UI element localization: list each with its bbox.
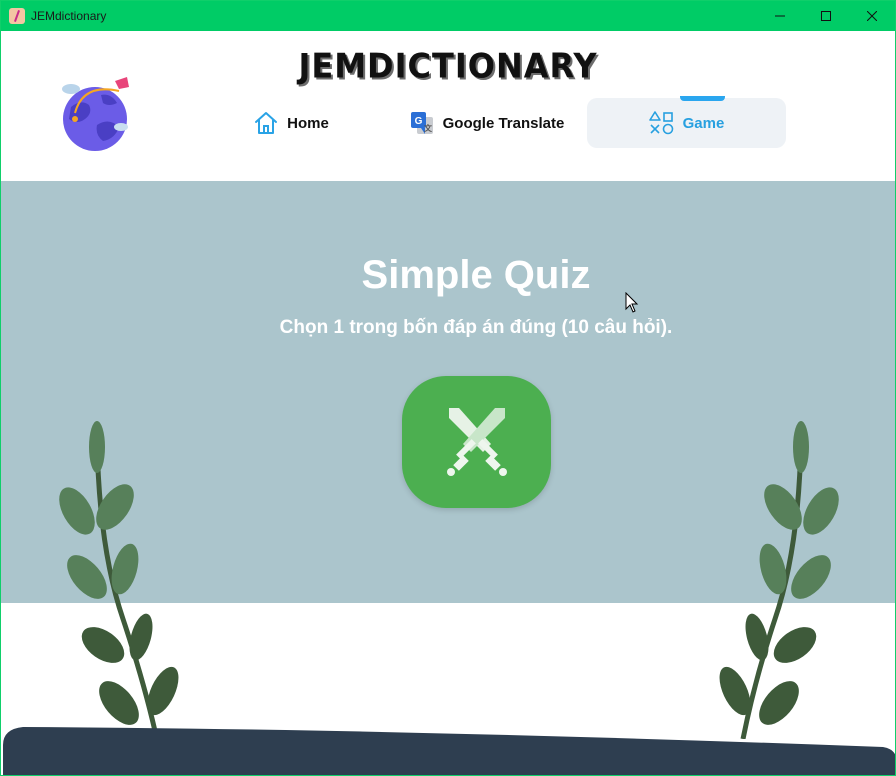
- mouse-cursor-icon: [625, 292, 639, 313]
- app-window: JEMdictionary JEMDICTIONARY Home G 文 Goo…: [0, 0, 896, 776]
- window-title: JEMdictionary: [31, 9, 107, 23]
- plant-right-decoration: [719, 421, 839, 739]
- home-icon: [253, 110, 279, 136]
- window-controls: [757, 1, 895, 31]
- quiz-subtitle: Chọn 1 trong bốn đáp án đúng (10 câu hỏi…: [279, 317, 673, 338]
- quiz-title: Simple Quiz: [361, 253, 591, 297]
- maximize-icon: [821, 11, 831, 21]
- svg-text:文: 文: [424, 123, 433, 133]
- svg-text:G: G: [414, 116, 422, 127]
- plant-left-decoration: [59, 421, 179, 732]
- nav-game-label: Game: [682, 114, 725, 132]
- close-button[interactable]: [849, 1, 895, 31]
- nav-google-translate-label: Google Translate: [442, 114, 565, 132]
- maximize-button[interactable]: [803, 1, 849, 31]
- ground-decoration: [3, 727, 895, 775]
- brand-title: JEMDICTIONARY: [298, 46, 598, 86]
- nav-google-translate[interactable]: G 文 Google Translate: [389, 98, 584, 148]
- header: JEMDICTIONARY Home G 文 Google Translate …: [1, 31, 895, 181]
- nav-game[interactable]: Game: [587, 96, 786, 148]
- nav-home[interactable]: Home: [206, 98, 376, 148]
- close-icon: [867, 11, 877, 21]
- minimize-button[interactable]: [757, 1, 803, 31]
- nav-home-label: Home: [287, 114, 329, 132]
- google-translate-icon: G 文: [409, 110, 435, 136]
- app-icon: [9, 8, 25, 24]
- active-tab-indicator: [680, 96, 725, 101]
- crossed-swords-icon: [446, 408, 507, 476]
- game-shapes-icon: [648, 110, 675, 136]
- title-bar: JEMdictionary: [1, 1, 895, 31]
- minimize-icon: [775, 15, 785, 17]
- start-quiz-button[interactable]: [402, 376, 551, 508]
